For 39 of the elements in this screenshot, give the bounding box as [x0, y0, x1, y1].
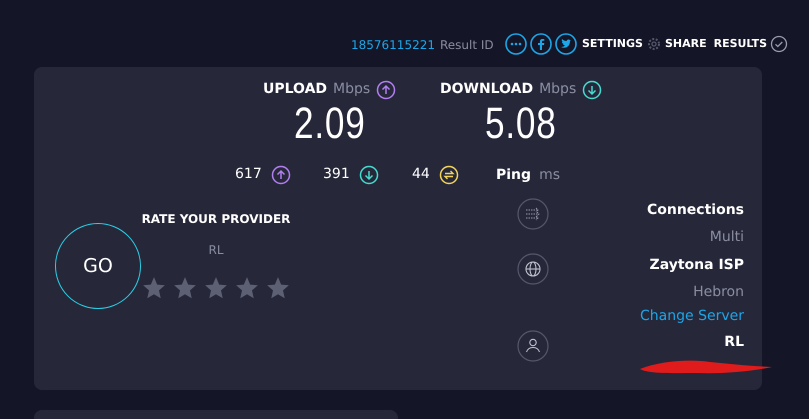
check-icon: [770, 35, 788, 53]
star-icon[interactable]: [265, 275, 291, 301]
ping-label: Ping: [496, 166, 532, 185]
settings-link[interactable]: SETTINGS: [582, 36, 643, 52]
info-title: RL: [724, 333, 744, 352]
star-icon[interactable]: [203, 275, 229, 301]
user-icon: [517, 330, 549, 362]
stat-value: 617: [235, 165, 262, 184]
go-button[interactable]: GO: [55, 223, 141, 309]
info-value: Multi: [710, 228, 744, 247]
globe-icon: [517, 253, 549, 285]
star-icon[interactable]: [172, 275, 198, 301]
speed-value: 5.08: [485, 100, 557, 148]
facebook-icon[interactable]: [530, 33, 552, 55]
speed-unit: Mbps: [333, 80, 370, 99]
speed-label: UPLOAD: [263, 80, 328, 99]
bird-icon[interactable]: [555, 33, 577, 55]
star-icon[interactable]: [234, 275, 260, 301]
star-icon[interactable]: [141, 275, 167, 301]
info-value: Hebron: [693, 283, 744, 302]
connections-icon: [517, 198, 549, 230]
change-server-link[interactable]: Change Server: [640, 306, 744, 327]
result-id-label: Result ID: [440, 37, 494, 54]
jitter-icon: [438, 164, 459, 184]
rating-title: RATE YOUR PROVIDER: [142, 211, 290, 228]
provider-name: RL: [208, 242, 224, 259]
speed-value: 2.09: [294, 100, 366, 148]
result-id-link[interactable]: 18576115221: [351, 36, 435, 54]
info-title: Zaytona ISP: [650, 256, 744, 275]
results-link[interactable]: RESULTS: [714, 36, 768, 52]
ping-unit: ms: [539, 166, 560, 185]
stat-value: 391: [323, 165, 350, 184]
info-title: Connections: [646, 201, 744, 220]
share-link[interactable]: SHARE: [664, 36, 707, 52]
speed-label: DOWNLOAD: [440, 80, 534, 99]
stat-value: 44: [412, 165, 430, 184]
settings-icon[interactable]: [646, 36, 662, 52]
more-icon[interactable]: [505, 33, 527, 55]
speed-unit: Mbps: [539, 80, 576, 99]
